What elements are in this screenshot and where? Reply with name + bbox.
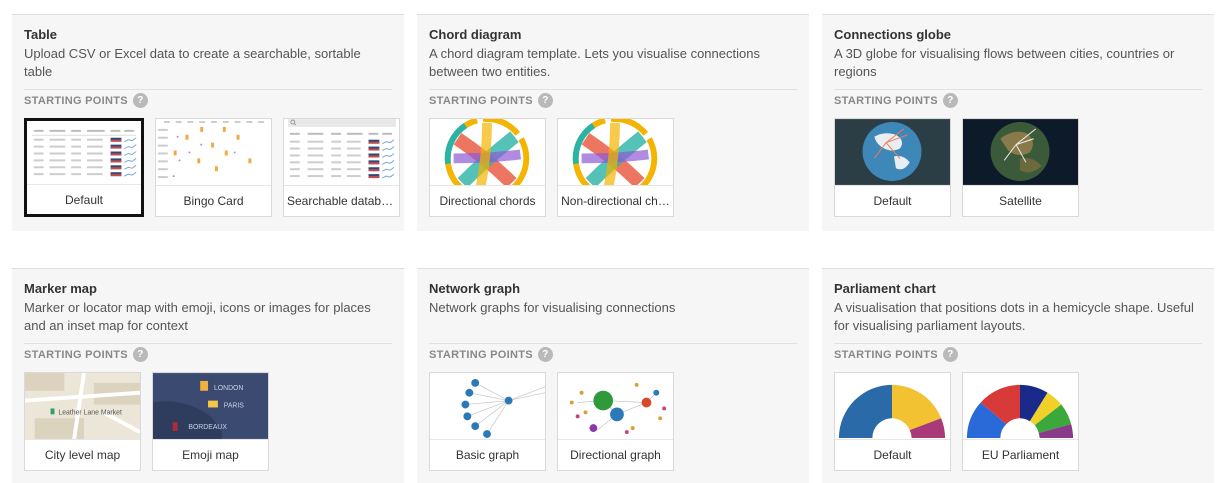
card-parliament-default[interactable]: Default <box>834 372 951 471</box>
card-label: Directional chords <box>439 194 536 208</box>
card-table-searchable-database[interactable]: Searchable database <box>283 118 400 217</box>
card-label: Directional graph <box>570 448 661 462</box>
card-chord-non-directional[interactable]: Non-directional ch… <box>557 118 674 217</box>
card-label: City level map <box>44 448 121 462</box>
card-chord-directional[interactable]: Directional chords <box>429 118 546 217</box>
panel-description: Marker or locator map with emoji, icons … <box>24 300 371 333</box>
card-label: EU Parliament <box>981 448 1060 462</box>
template-panel-connections-globe: Connections globe A 3D globe for visuali… <box>822 14 1214 231</box>
help-icon[interactable]: ? <box>942 93 958 108</box>
help-icon[interactable]: ? <box>537 93 553 108</box>
card-map-city-level[interactable]: Leather Lane Market City level map <box>24 372 141 471</box>
divider <box>24 343 392 344</box>
panel-description: Upload CSV or Excel data to create a sea… <box>24 46 361 79</box>
card-parliament-eu[interactable]: EU Parliament <box>962 372 1079 471</box>
template-panel-table: Table Upload CSV or Excel data to create… <box>12 14 404 231</box>
hemicycle-thumbnail <box>835 373 950 440</box>
directional-network-thumbnail <box>558 373 673 440</box>
panel-title: Marker map <box>24 281 97 296</box>
database-thumbnail <box>284 119 399 186</box>
panel-description: A 3D globe for visualising flows between… <box>834 46 1175 79</box>
help-icon[interactable]: ? <box>942 347 958 362</box>
chord-thumbnail <box>558 119 673 186</box>
template-panel-chord-diagram: Chord diagram A chord diagram template. … <box>417 14 809 231</box>
divider <box>834 89 1202 90</box>
table-thumbnail <box>27 121 141 185</box>
card-label: Bingo Card <box>183 194 244 208</box>
card-network-basic[interactable]: Basic graph <box>429 372 546 471</box>
panel-description: A visualisation that positions dots in a… <box>834 300 1194 333</box>
panel-title: Network graph <box>429 281 521 296</box>
city-map-thumbnail: Leather Lane Market <box>25 373 140 440</box>
bingo-thumbnail <box>156 119 271 186</box>
network-thumbnail <box>430 373 545 440</box>
card-label: Default <box>64 193 104 207</box>
map-city-bordeaux: BORDEAUX <box>188 424 227 431</box>
template-panel-parliament-chart: Parliament chart A visualisation that po… <box>822 268 1214 483</box>
starting-points-label: STARTING POINTS? <box>834 93 958 108</box>
card-network-directional[interactable]: Directional graph <box>557 372 674 471</box>
panel-title: Connections globe <box>834 27 951 42</box>
divider <box>834 343 1202 344</box>
eu-hemicycle-thumbnail <box>963 373 1078 440</box>
starting-points-label: STARTING POINTS? <box>834 347 958 362</box>
map-place-label: Leather Lane Market <box>58 409 122 416</box>
help-icon[interactable]: ? <box>537 347 553 362</box>
satellite-globe-thumbnail <box>963 119 1078 186</box>
starting-points-label: STARTING POINTS? <box>24 347 148 362</box>
card-table-bingo[interactable]: Bingo Card <box>155 118 272 217</box>
card-label: Satellite <box>999 194 1042 208</box>
panel-title: Table <box>24 27 57 42</box>
divider <box>429 343 797 344</box>
map-city-london: LONDON <box>214 385 243 392</box>
divider <box>24 89 392 90</box>
card-table-default[interactable]: Default <box>24 118 144 217</box>
card-label: Default <box>873 194 912 208</box>
card-label: Default <box>873 448 912 462</box>
help-icon[interactable]: ? <box>132 347 148 362</box>
starting-points-label: STARTING POINTS? <box>429 93 553 108</box>
card-map-emoji[interactable]: LONDON PARIS BORDEAUX Emoji map <box>152 372 269 471</box>
panel-description: A chord diagram template. Lets you visua… <box>429 46 760 79</box>
globe-thumbnail <box>835 119 950 186</box>
starting-points-label: STARTING POINTS? <box>429 347 553 362</box>
card-globe-satellite[interactable]: Satellite <box>962 118 1079 217</box>
panel-title: Parliament chart <box>834 281 936 296</box>
card-label: Non-directional ch… <box>561 194 670 208</box>
panel-title: Chord diagram <box>429 27 522 42</box>
card-label: Basic graph <box>455 448 520 462</box>
chord-thumbnail <box>430 119 545 186</box>
help-icon[interactable]: ? <box>132 93 148 108</box>
starting-points-label: STARTING POINTS? <box>24 93 148 108</box>
map-city-paris: PARIS <box>224 402 245 409</box>
card-globe-default[interactable]: Default <box>834 118 951 217</box>
panel-description: Network graphs for visualising connectio… <box>429 300 676 315</box>
template-panel-marker-map: Marker map Marker or locator map with em… <box>12 268 404 483</box>
divider <box>429 89 797 90</box>
template-panel-network-graph: Network graph Network graphs for visuali… <box>417 268 809 483</box>
emoji-map-thumbnail: LONDON PARIS BORDEAUX <box>153 373 268 440</box>
card-label: Searchable database <box>287 194 399 208</box>
card-label: Emoji map <box>182 448 239 462</box>
